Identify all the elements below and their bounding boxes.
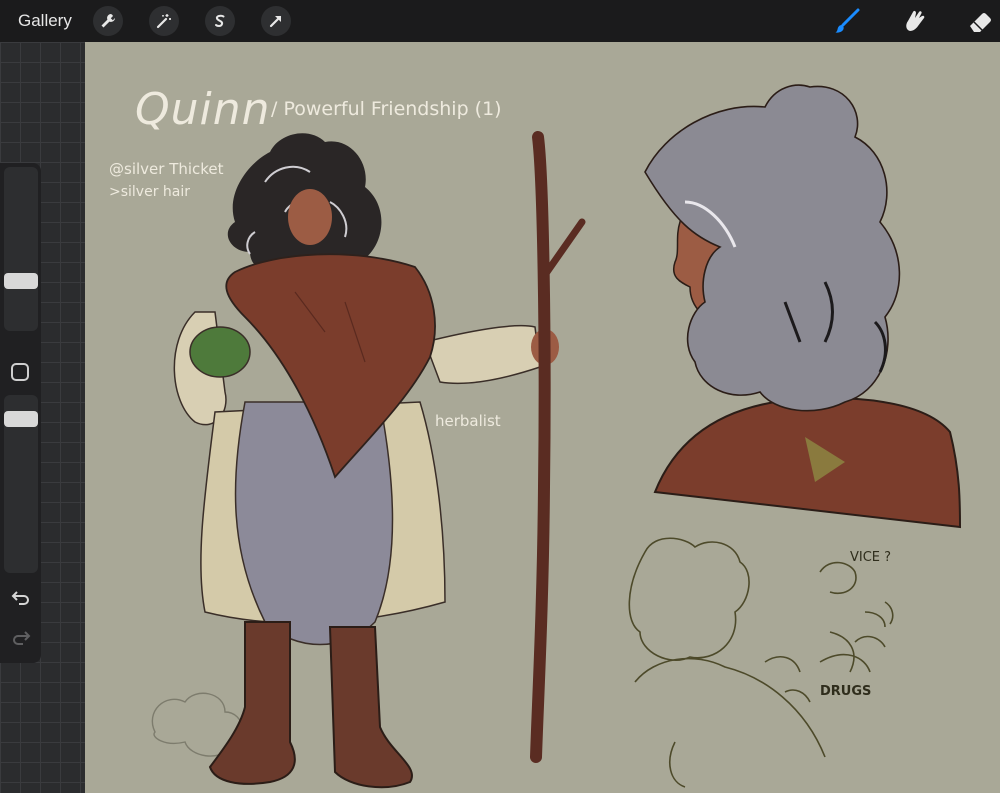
character-subtitle: / Powerful Friendship (1)	[271, 98, 502, 120]
wooden-staff	[530, 131, 551, 763]
side-toolbar	[0, 163, 41, 663]
figure-arm-right	[424, 324, 541, 385]
drawing-canvas[interactable]: Quinn / Powerful Friendship (1) @silver …	[85, 42, 1000, 793]
annotation-hair: >silver hair	[109, 184, 191, 200]
transform-button[interactable]	[261, 6, 291, 36]
actions-button[interactable]	[93, 6, 123, 36]
annotation-drugs: DRUGS	[820, 684, 872, 699]
character-name-title: Quinn	[135, 84, 271, 135]
brush-icon	[835, 8, 860, 33]
annotation-handle: @silver Thicket	[109, 160, 224, 178]
adjustments-button[interactable]	[149, 6, 179, 36]
eraser-tool-button[interactable]	[964, 5, 996, 37]
character-artwork	[151, 84, 962, 789]
boot-right	[328, 626, 413, 789]
redo-button[interactable]	[9, 625, 33, 649]
annotation-vice: VICE ?	[850, 550, 892, 565]
top-toolbar: Gallery	[0, 0, 1000, 42]
magic-wand-icon	[156, 14, 171, 29]
undo-button[interactable]	[9, 585, 33, 609]
gallery-button[interactable]: Gallery	[18, 11, 72, 31]
annotation-herbalist: herbalist	[435, 412, 501, 430]
figure-face	[288, 189, 332, 245]
brush-size-thumb[interactable]	[4, 273, 38, 289]
modify-button[interactable]	[11, 363, 29, 381]
eraser-icon	[970, 13, 991, 32]
herb-basket	[189, 326, 251, 378]
selection-button[interactable]	[205, 6, 235, 36]
doodle-sketch	[628, 537, 894, 788]
undo-icon	[11, 591, 29, 605]
opacity-thumb[interactable]	[4, 411, 38, 427]
wrench-icon	[101, 14, 115, 28]
opacity-slider[interactable]	[4, 395, 38, 573]
arrow-transform-icon	[269, 15, 282, 28]
brush-size-slider[interactable]	[4, 167, 38, 331]
portrait-shoulders	[653, 397, 962, 529]
redo-icon	[13, 631, 31, 645]
smudge-icon	[906, 10, 925, 31]
smudge-tool-button[interactable]	[898, 5, 930, 37]
selection-icon	[215, 14, 225, 27]
brush-tool-button[interactable]	[832, 5, 864, 37]
